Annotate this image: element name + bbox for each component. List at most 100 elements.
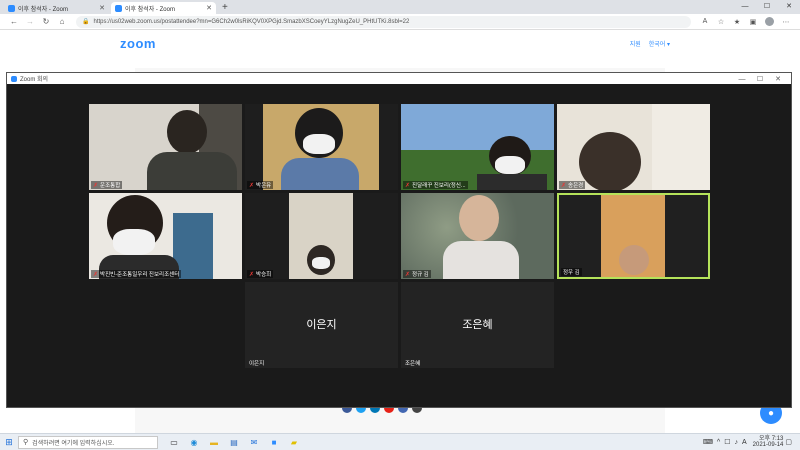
participant-tile[interactable]: ✗ 정규 김: [401, 193, 554, 279]
network-icon[interactable]: ☐: [724, 438, 730, 446]
support-link[interactable]: 지원: [630, 39, 641, 48]
maximize-icon[interactable]: ☐: [756, 0, 778, 14]
video-person-body: [477, 174, 547, 190]
read-aloud-icon[interactable]: A: [697, 18, 713, 25]
video-person-body: [147, 152, 237, 190]
mic-muted-icon: ✗: [93, 271, 99, 278]
video-mask: [303, 134, 335, 154]
windows-start-icon[interactable]: ⊞: [0, 437, 18, 448]
participant-tile-active-speaker[interactable]: 정우 김: [557, 193, 710, 279]
participant-name: ✗ 송은경: [559, 181, 586, 189]
taskbar-clock[interactable]: 오후 7:13 2021-09-14: [753, 436, 784, 448]
participant-tile-no-video[interactable]: 조은혜 조은혜: [401, 282, 554, 368]
maximize-icon[interactable]: ☐: [751, 75, 769, 83]
taskbar-search-placeholder: 검색하려면 여기에 입력하십시오.: [32, 440, 115, 447]
zoom-taskbar-icon[interactable]: ■: [264, 436, 284, 449]
language-dropdown[interactable]: 한국어 ▾: [649, 39, 670, 48]
tab-label: 이후 참석자 - Zoom: [18, 6, 68, 13]
participant-name: ✗ 운조통합: [91, 181, 123, 189]
video-mask: [113, 229, 155, 255]
home-icon[interactable]: ⌂: [54, 17, 70, 26]
task-view-icon[interactable]: ▭: [164, 436, 184, 449]
zoom-meeting-window: Zoom 회의 — ☐ ✕ ✗ 운조통합 ✗ 박은유 ✗ 진달래꾸 진보리(정신...: [6, 72, 792, 408]
close-window-icon[interactable]: ✕: [769, 75, 787, 83]
store-icon[interactable]: ▤: [224, 436, 244, 449]
kakaotalk-icon[interactable]: ▰: [284, 436, 304, 449]
participant-tile-no-video[interactable]: 이은지 이은지: [245, 282, 398, 368]
back-icon[interactable]: ←: [6, 17, 22, 26]
participant-name: 조은혜: [405, 361, 421, 367]
ime-icon[interactable]: A: [742, 439, 747, 446]
new-tab-button[interactable]: +: [222, 2, 228, 14]
mic-muted-icon: ✗: [561, 182, 567, 189]
clock-date: 2021-09-14: [752, 442, 784, 448]
zoom-app-icon: [11, 75, 17, 82]
mic-muted-icon: ✗: [249, 182, 255, 189]
favorites-icon[interactable]: ★: [729, 18, 745, 26]
lock-icon: 🔒: [82, 19, 90, 25]
video-person: [619, 245, 649, 275]
participant-tile[interactable]: ✗ 박은유: [245, 104, 398, 190]
close-window-icon[interactable]: ✕: [778, 0, 800, 14]
notification-icon[interactable]: ▢: [785, 438, 792, 446]
tab-label: 이후 참석자 - Zoom: [125, 6, 175, 13]
taskbar-apps: ▭ ◉ ▬ ▤ ✉ ■ ▰: [164, 436, 304, 449]
collections-icon[interactable]: ▣: [745, 18, 761, 26]
system-tray: ⌨ ^ ☐ ♪ A 오후 7:13 2021-09-14 ▢: [701, 436, 800, 448]
browser-toolbar: A ☆ ★ ▣ ⋯: [697, 17, 794, 26]
zoom-favicon-icon: [115, 4, 122, 12]
close-icon[interactable]: ✕: [99, 4, 105, 12]
video-mask: [312, 257, 330, 269]
zoom-window-title: Zoom 회의: [20, 77, 49, 83]
browser-tab-1[interactable]: 이후 참석자 - Zoom ✕: [4, 2, 109, 14]
browser-tab-bar: 이후 참석자 - Zoom ✕ 이후 참석자 - Zoom ✕ + — ☐ ✕: [0, 0, 800, 14]
video-person: [167, 110, 207, 154]
mic-muted-icon: ✗: [249, 271, 255, 278]
site-nav: 지원 한국어 ▾: [630, 39, 670, 48]
chat-bubble-icon: ●: [767, 407, 775, 419]
zoom-favicon-icon: [8, 4, 15, 12]
mic-muted-icon: ✗: [93, 182, 99, 189]
mic-muted-icon: ✗: [405, 182, 411, 189]
participant-tile[interactable]: ✗ 송은경: [557, 104, 710, 190]
browser-tab-2[interactable]: 이후 참석자 - Zoom ✕: [111, 2, 216, 14]
taskbar-search[interactable]: ⚲ 검색하려면 여기에 입력하십시오.: [18, 435, 158, 449]
url-text: https://us02web.zoom.us/postattendee?mn=…: [93, 18, 410, 25]
favorite-star-icon[interactable]: ☆: [713, 18, 729, 26]
participant-tile[interactable]: ✗ 운조통합: [89, 104, 242, 190]
participant-name: ✗ 박은유: [247, 181, 274, 189]
minimize-icon[interactable]: —: [733, 76, 751, 83]
mic-muted-icon: ✗: [405, 271, 411, 278]
participant-tile[interactable]: ✗ 진달래꾸 진보리(정신...: [401, 104, 554, 190]
video-person-body: [281, 158, 359, 190]
edge-browser-icon[interactable]: ◉: [184, 436, 204, 449]
keyboard-icon[interactable]: ⌨: [703, 438, 713, 446]
participant-name: 정우 김: [561, 268, 582, 276]
reload-icon[interactable]: ↻: [38, 17, 54, 26]
mail-icon[interactable]: ✉: [244, 436, 264, 449]
video-person-body: [443, 241, 519, 279]
video-person: [459, 195, 499, 241]
windows-taskbar: ⊞ ⚲ 검색하려면 여기에 입력하십시오. ▭ ◉ ▬ ▤ ✉ ■ ▰ ⌨ ^ …: [0, 433, 800, 450]
window-controls: — ☐ ✕: [734, 0, 800, 14]
more-menu-icon[interactable]: ⋯: [778, 18, 794, 26]
search-icon: ⚲: [23, 439, 29, 446]
file-explorer-icon[interactable]: ▬: [204, 436, 224, 449]
participant-tile[interactable]: ✗ 박진빈-준조통일우리 진보리조센터: [89, 193, 242, 279]
url-field[interactable]: 🔒 https://us02web.zoom.us/postattendee?m…: [76, 15, 691, 28]
zoom-window-titlebar: Zoom 회의 — ☐ ✕: [7, 73, 791, 84]
participant-name: 이은지: [249, 361, 265, 367]
participant-tile[interactable]: ✗ 박승희: [245, 193, 398, 279]
profile-avatar[interactable]: [765, 17, 774, 26]
video-mask: [495, 156, 525, 174]
participant-name: ✗ 정규 김: [403, 270, 431, 278]
chevron-up-icon[interactable]: ^: [717, 439, 720, 446]
participant-name: ✗ 박진빈-준조통일우리 진보리조센터: [91, 270, 182, 278]
minimize-icon[interactable]: —: [734, 0, 756, 14]
address-bar: ← → ↻ ⌂ 🔒 https://us02web.zoom.us/postat…: [0, 14, 800, 30]
close-icon[interactable]: ✕: [206, 4, 212, 12]
participant-name: ✗ 박승희: [247, 270, 274, 278]
volume-icon[interactable]: ♪: [735, 439, 739, 446]
zoom-logo[interactable]: zoom: [120, 36, 156, 51]
forward-icon[interactable]: →: [22, 17, 38, 26]
